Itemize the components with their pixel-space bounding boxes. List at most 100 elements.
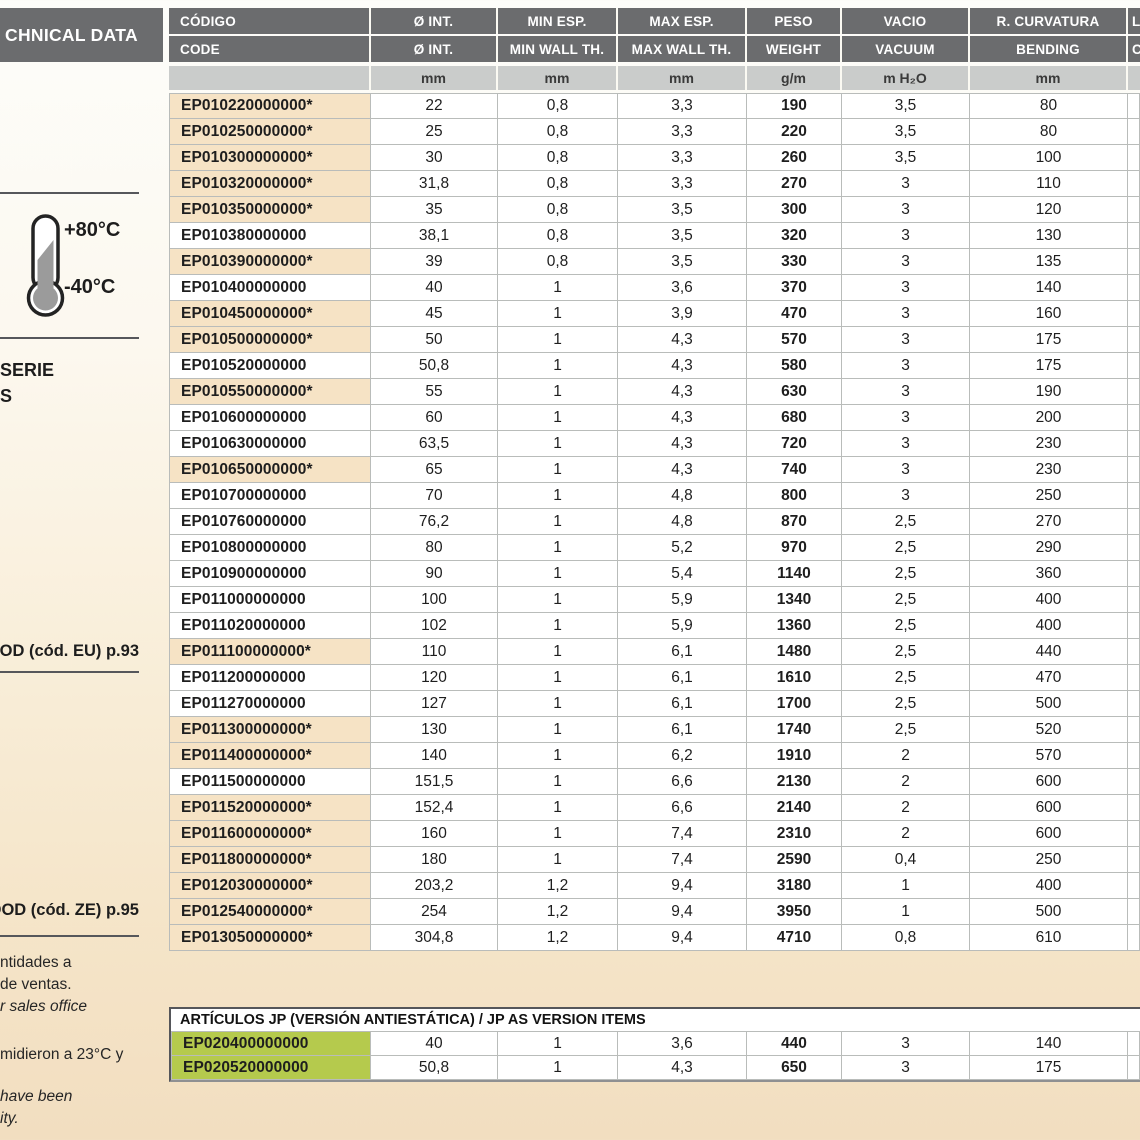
table-row: EP011520000000*152,416,621402600 xyxy=(169,795,1140,821)
value-cell: 3950 xyxy=(747,899,842,925)
value-cell: 4,3 xyxy=(618,431,747,457)
value-cell: 7,4 xyxy=(618,821,747,847)
value-cell: 290 xyxy=(970,535,1128,561)
value-cell: 1 xyxy=(498,743,618,769)
header-row-en: CODEØ INT.MIN WALL TH.MAX WALL TH.WEIGHT… xyxy=(169,36,1140,62)
value-cell: 2,5 xyxy=(842,561,970,587)
table-row: EP0106000000006014,36803200 xyxy=(169,405,1140,431)
value-cell: 1 xyxy=(498,561,618,587)
code-cell: EP013050000000* xyxy=(169,925,371,951)
value-cell: 2,5 xyxy=(842,665,970,691)
value-cell: 630 xyxy=(747,379,842,405)
value-cell: 50,8 xyxy=(371,353,498,379)
value-cell: 2590 xyxy=(747,847,842,873)
value-cell: 3 xyxy=(842,197,970,223)
empty-cell xyxy=(1128,821,1140,847)
value-cell: 2310 xyxy=(747,821,842,847)
technical-data-title: CHNICAL DATA xyxy=(5,25,138,46)
value-cell: 3 xyxy=(842,1032,970,1056)
value-cell: 1 xyxy=(498,301,618,327)
value-cell: 80 xyxy=(970,119,1128,145)
empty-cell xyxy=(1128,353,1140,379)
empty-cell xyxy=(1128,483,1140,509)
value-cell: 6,1 xyxy=(618,639,747,665)
value-cell: 7,4 xyxy=(618,847,747,873)
column-header: CODE xyxy=(169,36,371,62)
empty-cell xyxy=(1128,119,1140,145)
code-cell: EP010320000000* xyxy=(169,171,371,197)
value-cell: 400 xyxy=(970,873,1128,899)
value-cell: 250 xyxy=(970,483,1128,509)
value-cell: 4,3 xyxy=(618,1056,747,1080)
code-cell: EP010250000000* xyxy=(169,119,371,145)
value-cell: 190 xyxy=(747,93,842,119)
header-row-es: CÓDIGOØ INT.MIN ESP.MAX ESP.PESOVACIOR. … xyxy=(169,8,1140,34)
value-cell: 250 xyxy=(970,847,1128,873)
table-row: EP0204000000004013,64403140 xyxy=(171,1032,1140,1056)
value-cell: 0,4 xyxy=(842,847,970,873)
value-cell: 70 xyxy=(371,483,498,509)
value-cell: 151,5 xyxy=(371,769,498,795)
column-header: Ø INT. xyxy=(371,8,498,34)
value-cell: 65 xyxy=(371,457,498,483)
footnote-line: ity. xyxy=(0,1110,19,1128)
value-cell: 4,3 xyxy=(618,405,747,431)
value-cell: 6,6 xyxy=(618,795,747,821)
value-cell: 63,5 xyxy=(371,431,498,457)
code-cell: EP011800000000* xyxy=(169,847,371,873)
code-cell: EP010760000000 xyxy=(169,509,371,535)
table-body: EP010220000000*220,83,31903,580EP0102500… xyxy=(169,93,1140,951)
value-cell: 38,1 xyxy=(371,223,498,249)
divider xyxy=(0,192,139,194)
code-cell: EP010550000000* xyxy=(169,379,371,405)
value-cell: 4,8 xyxy=(618,509,747,535)
code-cell: EP011400000000* xyxy=(169,743,371,769)
table-row: EP011500000000151,516,621302600 xyxy=(169,769,1140,795)
value-cell: 6,2 xyxy=(618,743,747,769)
value-cell: 40 xyxy=(371,275,498,301)
footnote-line: ntidades a xyxy=(0,954,72,972)
catalog-technical-data-page: { "colors": { "header_gray": "#6b6c6e", … xyxy=(0,0,1140,1140)
value-cell: 600 xyxy=(970,769,1128,795)
serie-line-1: SERIE xyxy=(0,357,54,383)
value-cell: 1 xyxy=(842,873,970,899)
value-cell: 1 xyxy=(498,353,618,379)
value-cell: 1 xyxy=(498,535,618,561)
empty-cell xyxy=(1128,873,1140,899)
value-cell: 30 xyxy=(371,145,498,171)
value-cell: 270 xyxy=(970,509,1128,535)
value-cell: 1 xyxy=(498,613,618,639)
value-cell: 1 xyxy=(498,327,618,353)
empty-cell xyxy=(1128,457,1140,483)
table-row: EP011400000000*14016,219102570 xyxy=(169,743,1140,769)
value-cell: 3 xyxy=(842,223,970,249)
value-cell: 4710 xyxy=(747,925,842,951)
value-cell: 500 xyxy=(970,899,1128,925)
table-row: EP0107000000007014,88003250 xyxy=(169,483,1140,509)
value-cell: 600 xyxy=(970,795,1128,821)
value-cell: 6,1 xyxy=(618,691,747,717)
table-row: EP013050000000*304,81,29,447100,8610 xyxy=(169,925,1140,951)
value-cell: 3 xyxy=(842,275,970,301)
value-cell: 90 xyxy=(371,561,498,587)
value-cell: 1 xyxy=(498,457,618,483)
table-row: EP01120000000012016,116102,5470 xyxy=(169,665,1140,691)
divider xyxy=(0,671,139,673)
column-header: VACUUM xyxy=(842,36,970,62)
empty-cell xyxy=(1128,301,1140,327)
value-cell: 1140 xyxy=(747,561,842,587)
table-row: EP011800000000*18017,425900,4250 xyxy=(169,847,1140,873)
column-header: mm xyxy=(371,66,498,90)
empty-cell xyxy=(1128,509,1140,535)
value-cell: 2,5 xyxy=(842,535,970,561)
value-cell: 1 xyxy=(498,587,618,613)
empty-cell xyxy=(1128,561,1140,587)
value-cell: 1 xyxy=(498,275,618,301)
value-cell: 3 xyxy=(842,171,970,197)
value-cell: 1 xyxy=(498,1056,618,1080)
value-cell: 1910 xyxy=(747,743,842,769)
value-cell: 190 xyxy=(970,379,1128,405)
value-cell: 9,4 xyxy=(618,873,747,899)
empty-cell xyxy=(1128,847,1140,873)
column-header: mm xyxy=(970,66,1128,90)
